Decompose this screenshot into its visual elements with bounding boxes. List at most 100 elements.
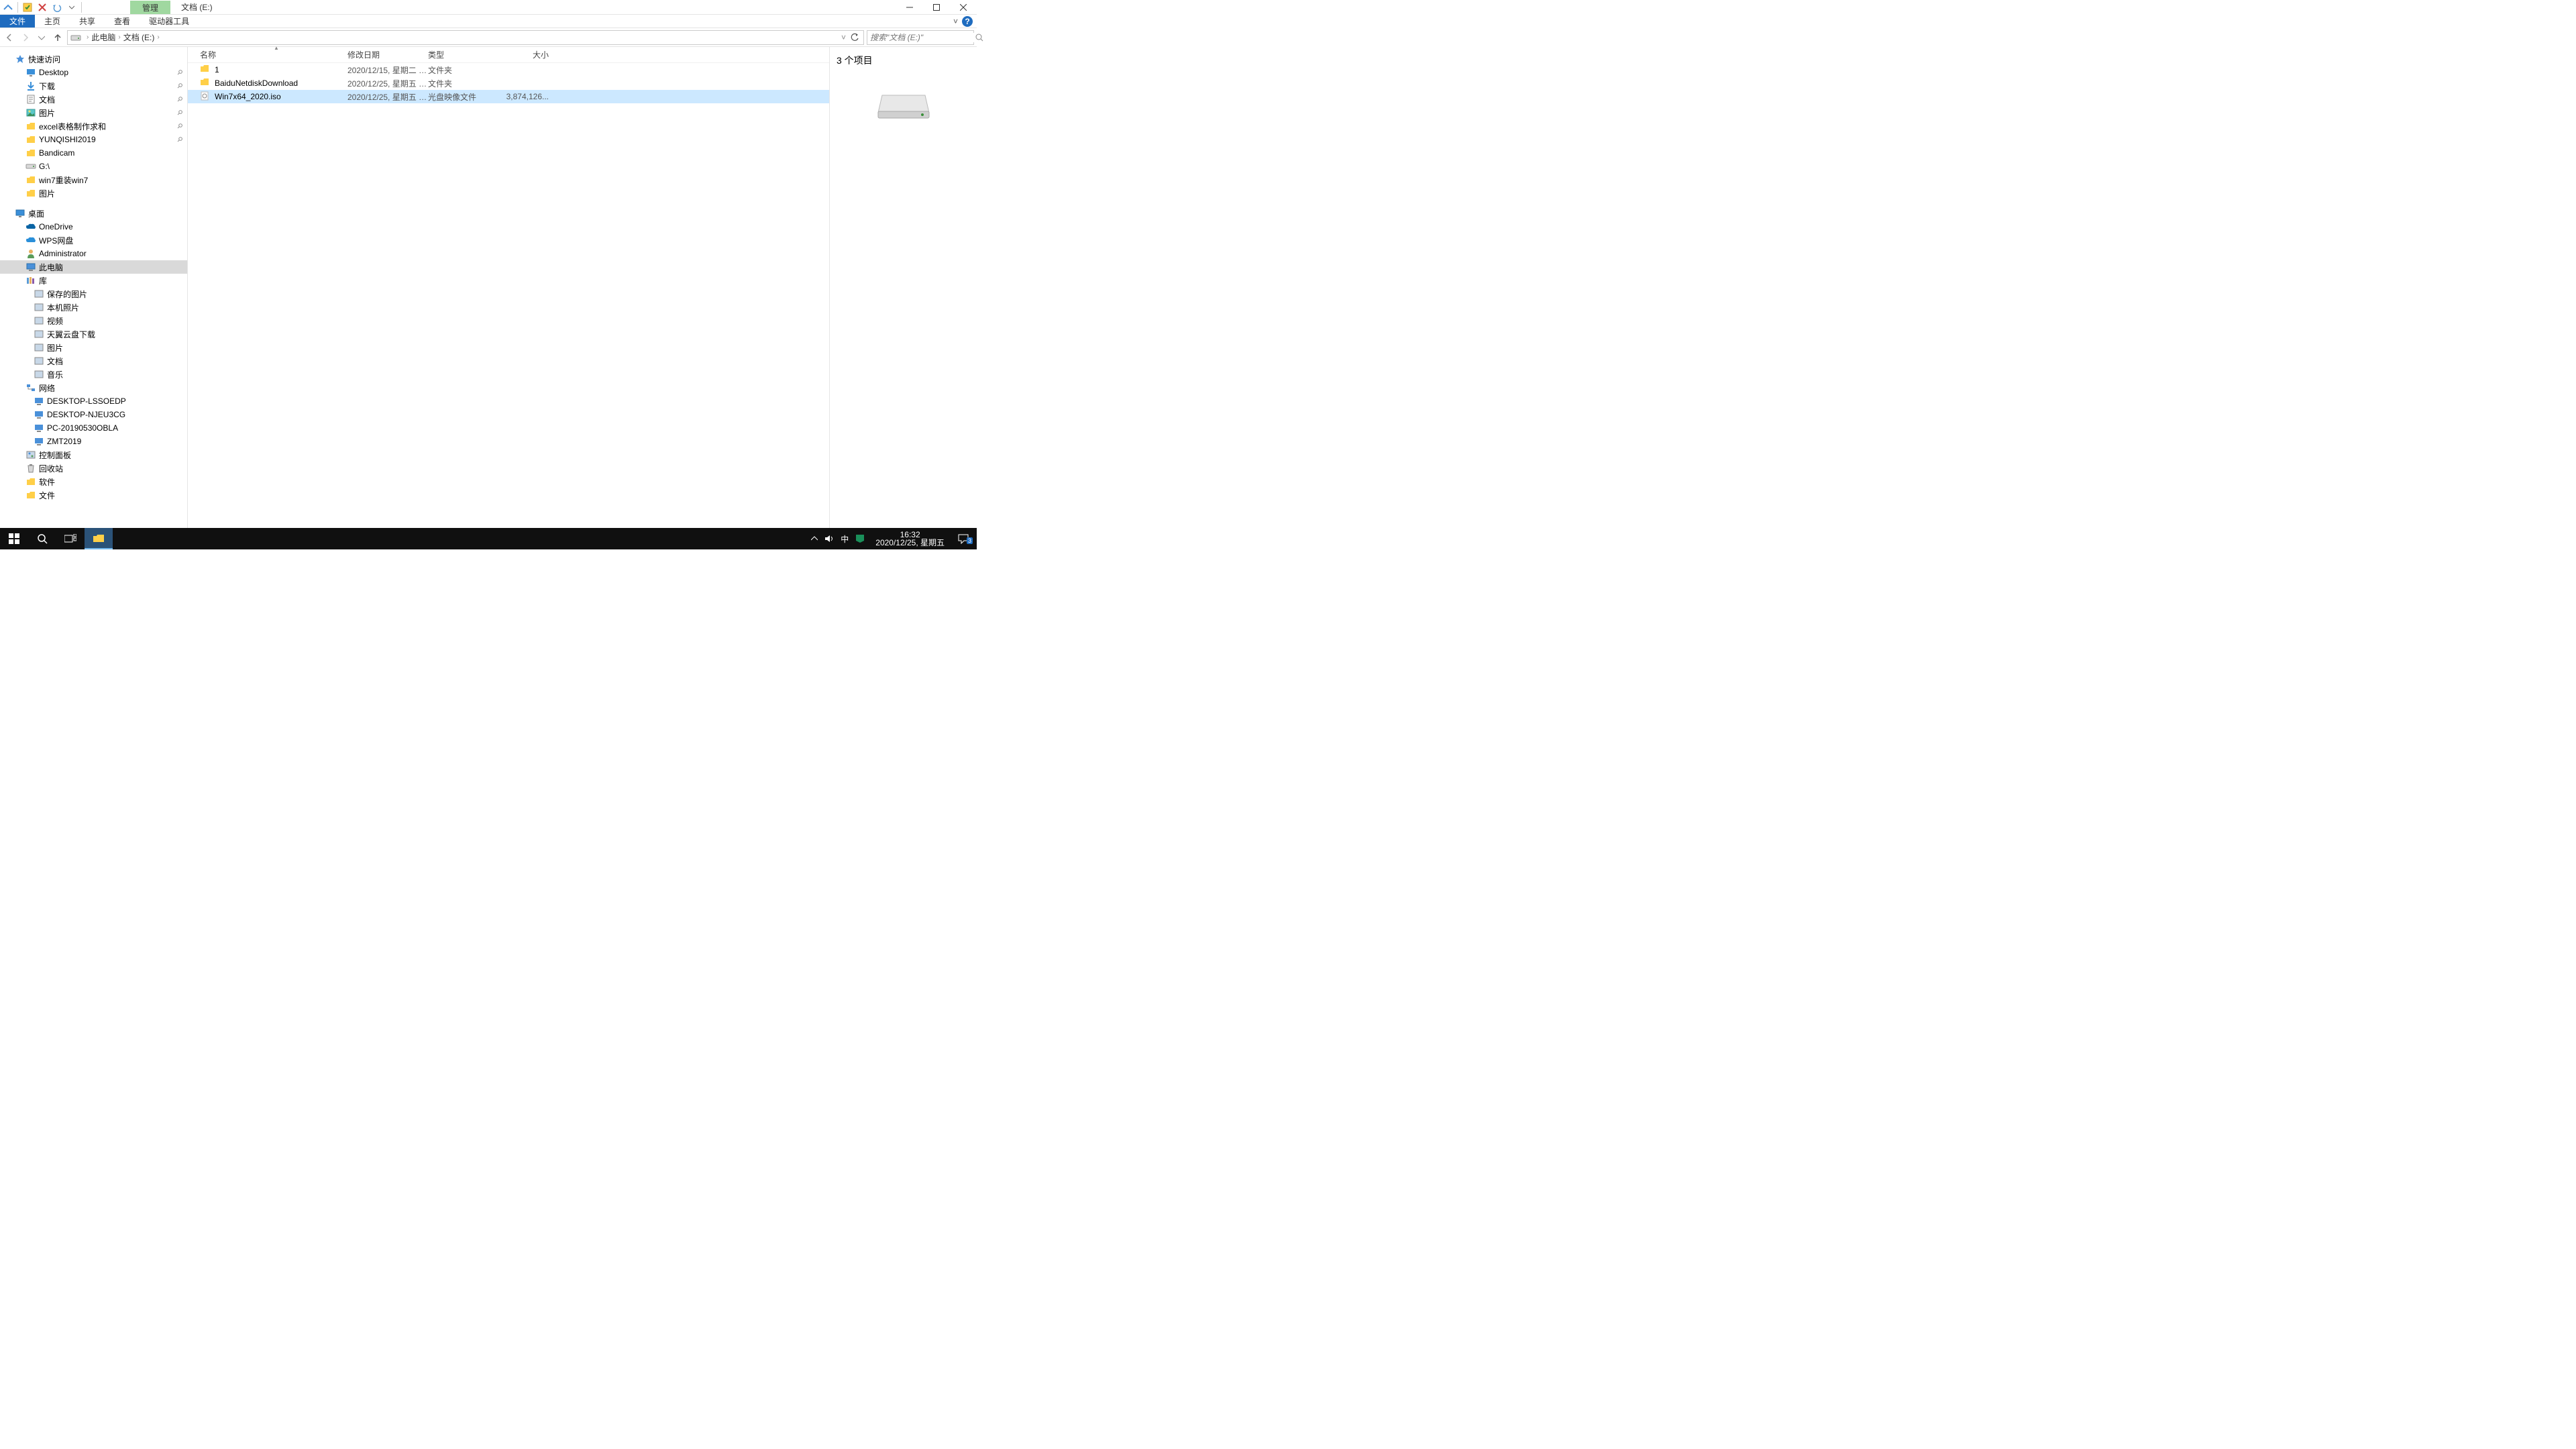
column-size[interactable]: 大小 [495, 49, 549, 60]
chevron-right-icon[interactable]: › [87, 34, 89, 41]
qat-dropdown-icon[interactable] [65, 1, 78, 14]
ribbon-tabs: 文件 主页 共享 查看 驱动器工具 ˅ ? [0, 15, 977, 28]
tree-library-item[interactable]: 音乐 [0, 368, 187, 381]
ribbon-tab-drive-tools[interactable]: 驱动器工具 [140, 15, 199, 28]
action-center-button[interactable]: 3 [955, 533, 971, 544]
clock[interactable]: 16:32 2020/12/25, 星期五 [871, 531, 949, 547]
tree-quick-item[interactable]: 下载⚲ [0, 79, 187, 93]
search-box[interactable] [867, 30, 974, 45]
breadcrumb-root[interactable]: 此电脑 [91, 32, 115, 43]
tree-label: 本机照片 [47, 302, 79, 313]
tree-library-item[interactable]: 天翼云盘下载 [0, 327, 187, 341]
navigation-tree[interactable]: 快速访问 Desktop⚲下载⚲文档⚲图片⚲excel表格制作求和⚲YUNQIS… [0, 47, 188, 535]
tree-network-item[interactable]: ZMT2019 [0, 435, 187, 448]
help-icon[interactable]: ? [962, 16, 973, 27]
tree-quick-access[interactable]: 快速访问 [0, 52, 187, 66]
recent-locations-icon[interactable] [35, 31, 48, 44]
library-item-icon [34, 369, 44, 380]
ribbon-tab-file[interactable]: 文件 [0, 15, 35, 28]
tree-quick-item[interactable]: excel表格制作求和⚲ [0, 119, 187, 133]
tree-network-item[interactable]: PC-20190530OBLA [0, 421, 187, 435]
tree-quick-item[interactable]: G:\ [0, 160, 187, 173]
chevron-right-icon[interactable]: › [118, 34, 120, 41]
tree-quick-item[interactable]: 图片 [0, 186, 187, 200]
library-icon [25, 275, 36, 286]
ime-indicator[interactable]: 中 [841, 533, 849, 545]
taskbar-search-button[interactable] [28, 528, 56, 549]
tree-quick-item[interactable]: win7重装win7 [0, 173, 187, 186]
refresh-icon[interactable] [850, 33, 859, 42]
folder-icon [25, 174, 36, 185]
ribbon-collapse-icon[interactable]: ˅ [953, 17, 958, 26]
manage-context-tab[interactable]: 管理 [130, 1, 170, 14]
taskbar-explorer-button[interactable] [85, 528, 113, 549]
library-item-icon [34, 315, 44, 326]
file-list-pane: 名称▲ 修改日期 类型 大小 12020/12/15, 星期二 1...文件夹B… [188, 47, 829, 535]
breadcrumb-location[interactable]: 文档 (E:) [123, 32, 155, 43]
ribbon-tab-view[interactable]: 查看 [105, 15, 140, 28]
tree-label: 视频 [47, 315, 63, 327]
close-button[interactable] [950, 0, 977, 14]
pin-icon: ⚲ [175, 136, 184, 144]
tree-network-item[interactable]: DESKTOP-NJEU3CG [0, 408, 187, 421]
maximize-button[interactable] [923, 0, 950, 14]
desktop-icon [15, 208, 25, 219]
qat-delete-icon[interactable] [36, 1, 49, 14]
column-name[interactable]: 名称▲ [200, 49, 347, 60]
file-row[interactable]: 12020/12/15, 星期二 1...文件夹 [188, 63, 829, 76]
tree-recycle-bin[interactable]: 回收站 [0, 462, 187, 475]
quick-access-toolbar [0, 0, 83, 14]
tree-this-pc[interactable]: 此电脑 [0, 260, 187, 274]
tree-onedrive[interactable]: OneDrive [0, 220, 187, 233]
tree-files-folder[interactable]: 文件 [0, 488, 187, 502]
qat-app-icon[interactable] [1, 1, 15, 14]
back-button[interactable] [3, 31, 16, 44]
file-list[interactable]: 12020/12/15, 星期二 1...文件夹BaiduNetdiskDown… [188, 63, 829, 535]
forward-button[interactable] [19, 31, 32, 44]
tree-quick-item[interactable]: 文档⚲ [0, 93, 187, 106]
tree-library-item[interactable]: 文档 [0, 354, 187, 368]
tray-app-icon[interactable] [855, 534, 865, 543]
address-bar[interactable]: › 此电脑 › 文档 (E:) › ˅ [67, 30, 864, 45]
column-type[interactable]: 类型 [428, 49, 495, 60]
ribbon-tab-share[interactable]: 共享 [70, 15, 105, 28]
folder-icon [25, 490, 36, 500]
tray-overflow-icon[interactable] [811, 535, 818, 542]
tree-control-panel[interactable]: 控制面板 [0, 448, 187, 462]
column-date[interactable]: 修改日期 [347, 49, 428, 60]
tree-label: OneDrive [39, 222, 73, 231]
tree-network[interactable]: 网络 [0, 381, 187, 394]
task-view-button[interactable] [56, 528, 85, 549]
tree-desktop-group[interactable]: 桌面 [0, 207, 187, 220]
qat-undo-icon[interactable] [50, 1, 64, 14]
start-button[interactable] [0, 528, 28, 549]
tree-library-item[interactable]: 本机照片 [0, 301, 187, 314]
tree-label: 网络 [39, 382, 55, 394]
tree-software-folder[interactable]: 软件 [0, 475, 187, 488]
up-button[interactable] [51, 31, 64, 44]
tree-wps[interactable]: WPS网盘 [0, 233, 187, 247]
tree-library-item[interactable]: 视频 [0, 314, 187, 327]
tree-library-item[interactable]: 图片 [0, 341, 187, 354]
volume-icon[interactable] [824, 534, 834, 543]
tree-quick-item[interactable]: 图片⚲ [0, 106, 187, 119]
minimize-button[interactable] [896, 0, 923, 14]
ribbon-tab-home[interactable]: 主页 [35, 15, 70, 28]
tree-user[interactable]: Administrator [0, 247, 187, 260]
library-item-icon [34, 329, 44, 339]
qat-properties-icon[interactable] [21, 1, 34, 14]
tree-library-item[interactable]: 保存的图片 [0, 287, 187, 301]
chevron-right-icon[interactable]: › [157, 34, 159, 41]
preview-pane: 3 个项目 [829, 47, 977, 535]
address-dropdown-icon[interactable]: ˅ [841, 33, 846, 42]
tree-quick-item[interactable]: Bandicam [0, 146, 187, 160]
tree-library[interactable]: 库 [0, 274, 187, 287]
search-icon[interactable] [975, 34, 983, 42]
file-row[interactable]: Win7x64_2020.iso2020/12/25, 星期五 1...光盘映像… [188, 90, 829, 103]
tree-quick-item[interactable]: Desktop⚲ [0, 66, 187, 79]
file-row[interactable]: BaiduNetdiskDownload2020/12/25, 星期五 1...… [188, 76, 829, 90]
tree-quick-item[interactable]: YUNQISHI2019⚲ [0, 133, 187, 146]
search-input[interactable] [870, 33, 975, 42]
content-area: 快速访问 Desktop⚲下载⚲文档⚲图片⚲excel表格制作求和⚲YUNQIS… [0, 47, 977, 535]
tree-network-item[interactable]: DESKTOP-LSSOEDP [0, 394, 187, 408]
